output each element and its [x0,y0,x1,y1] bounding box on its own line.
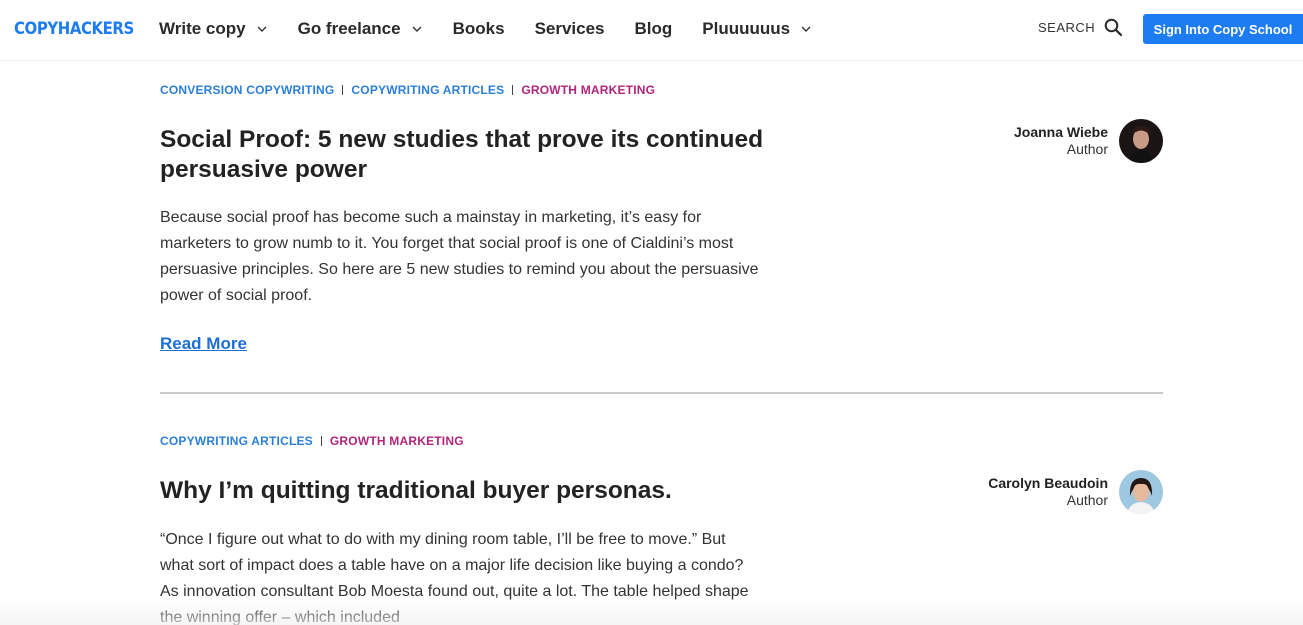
nav-item-go-freelance[interactable]: Go freelance [298,19,423,39]
post-title[interactable]: Why I’m quitting traditional buyer perso… [160,476,820,506]
nav-item-label: Blog [634,18,673,38]
category-separator [342,85,344,95]
sign-into-copy-school-button[interactable]: Sign Into Copy School [1143,14,1303,44]
author-name: Carolyn Beaudoin [988,475,1108,491]
search-label: SEARCH [1038,20,1096,35]
category-link[interactable]: CONVERSION COPYWRITING [160,83,334,97]
category-link[interactable]: GROWTH MARKETING [521,83,655,97]
author-name: Joanna Wiebe [1013,124,1108,140]
read-more-link[interactable]: Read More [160,334,247,354]
author-avatar[interactable] [1119,119,1163,163]
logo-text-hackers: HACKERS [57,19,135,39]
nav-item-label: Write copy [159,18,246,38]
category-link[interactable]: GROWTH MARKETING [330,434,464,448]
post-categories: CONVERSION COPYWRITING COPYWRITING ARTIC… [160,82,655,98]
search-icon [1104,18,1123,37]
nav-item-services[interactable]: Services [535,19,605,39]
copyhackers-logo[interactable]: COPY HACKERS [14,16,134,42]
nav-item-blog[interactable]: Blog [635,19,673,39]
chevron-down-icon [801,26,811,32]
main-nav: Write copy Go freelance Books Services B… [159,0,842,57]
post-divider [160,392,1163,394]
avatar-image [1119,470,1163,514]
post-author[interactable]: Joanna Wiebe Author [1014,124,1108,158]
category-separator [320,436,322,446]
author-avatar[interactable] [1119,470,1163,514]
category-link[interactable]: COPYWRITING ARTICLES [351,83,504,97]
bottom-fade-overlay [0,600,1303,625]
author-role: Author [1066,492,1108,508]
category-separator [512,85,514,95]
nav-item-label: Books [452,18,505,38]
author-role: Author [1066,141,1108,157]
category-link[interactable]: COPYWRITING ARTICLES [160,434,313,448]
nav-item-label: Pluuuuuus [702,18,791,38]
post-author[interactable]: Carolyn Beaudoin Author [988,475,1108,509]
post-categories: COPYWRITING ARTICLES GROWTH MARKETING [160,433,464,449]
post-excerpt: Because social proof has become such a m… [160,209,759,304]
nav-item-books[interactable]: Books [453,19,505,39]
site-header: COPY HACKERS Write copy Go freelance Book… [0,0,1303,61]
avatar-image [1119,119,1163,163]
chevron-down-icon [412,26,422,32]
nav-item-label: Go freelance [297,18,401,38]
post-title[interactable]: Social Proof: 5 new studies that prove i… [160,125,820,185]
nav-item-label: Services [534,18,605,38]
nav-item-pluuuuuus[interactable]: Pluuuuuus [702,19,812,39]
search-button[interactable]: SEARCH [1038,18,1123,37]
logo-text-copy: COPY [14,19,58,39]
nav-item-write-copy[interactable]: Write copy [159,19,268,39]
chevron-down-icon [257,26,267,32]
